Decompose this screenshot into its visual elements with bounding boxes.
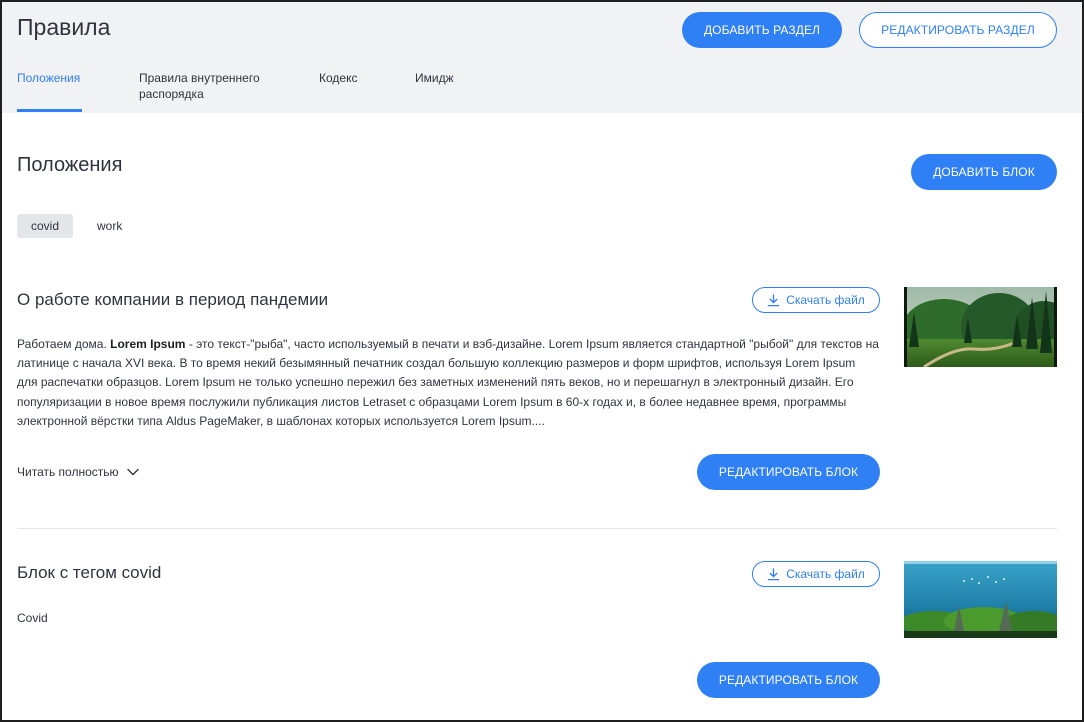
add-block-button[interactable]: ДОБАВИТЬ БЛОК xyxy=(911,154,1057,190)
active-tab-indicator xyxy=(17,109,82,112)
download-icon xyxy=(767,293,780,306)
page-title: Правила xyxy=(17,14,111,40)
tab-polozheniya[interactable]: Положения xyxy=(17,70,80,86)
section-title: Положения xyxy=(17,154,123,176)
download-label: Скачать файл xyxy=(786,293,865,307)
block-title: Блок с тегом covid xyxy=(17,563,162,582)
edit-block-button[interactable]: РЕДАКТИРОВАТЬ БЛОК xyxy=(697,454,880,490)
block-image-aquarium xyxy=(904,561,1057,638)
block-text: Работаем дома. Lorem Ipsum - это текст-"… xyxy=(17,335,879,431)
block-text-intro: Работаем дома. xyxy=(17,337,111,351)
edit-section-button[interactable]: РЕДАКТИРОВАТЬ РАЗДЕЛ xyxy=(859,12,1057,48)
block-image-forest xyxy=(904,287,1057,367)
tab-kodeks[interactable]: Кодекс xyxy=(319,70,357,86)
block-text-bold: Lorem Ipsum xyxy=(110,337,186,351)
tab-pravila-vnutrennego-rasporyadka[interactable]: Правила внутреннего распорядка xyxy=(139,70,279,102)
tab-imidzh[interactable]: Имидж xyxy=(415,70,454,86)
block-title: О работе компании в период пандемии xyxy=(17,290,329,309)
tag-covid[interactable]: covid xyxy=(17,214,74,238)
app-window: Правила ДОБАВИТЬ РАЗДЕЛ РЕДАКТИРОВАТЬ РА… xyxy=(0,0,1084,722)
add-section-button[interactable]: ДОБАВИТЬ РАЗДЕЛ xyxy=(682,12,842,48)
download-file-button[interactable]: Скачать файл xyxy=(752,561,880,587)
chevron-down-icon xyxy=(126,468,139,476)
download-file-button[interactable]: Скачать файл xyxy=(752,287,880,313)
divider xyxy=(17,528,1057,529)
tag-work[interactable]: work xyxy=(83,214,136,238)
block-text: Covid xyxy=(17,611,48,625)
read-more-label: Читать полностью xyxy=(17,465,119,479)
read-more-link[interactable]: Читать полностью xyxy=(17,465,139,479)
download-icon xyxy=(767,567,780,580)
download-label: Скачать файл xyxy=(786,567,865,581)
edit-block-button[interactable]: РЕДАКТИРОВАТЬ БЛОК xyxy=(697,662,880,698)
